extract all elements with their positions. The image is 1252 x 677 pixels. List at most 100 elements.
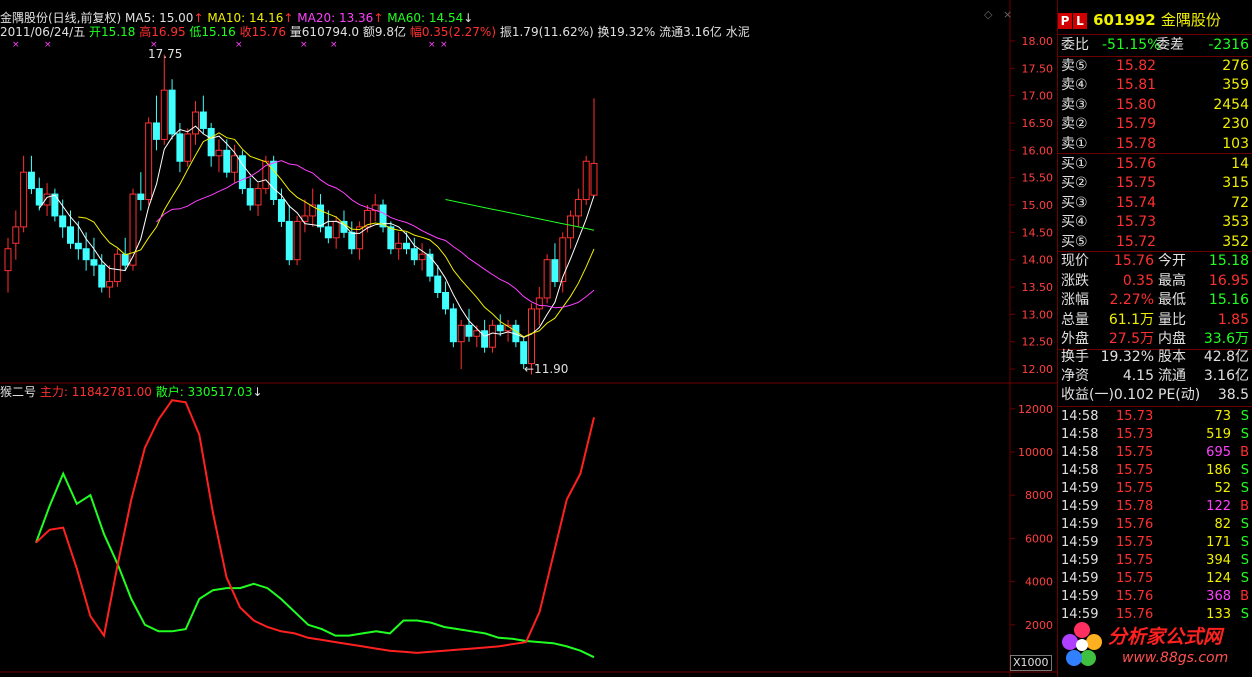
indicator-axis-label: 2000 [1025,619,1053,632]
candle-body [324,226,332,239]
ask-row[interactable]: 卖④ 15.81 359 [1058,76,1252,95]
indicator-axis-label: 4000 [1025,576,1053,589]
price-axis-label: 14.00 [1022,254,1054,267]
price-axis-label: 17.00 [1022,90,1054,103]
price-axis-label: 17.50 [1022,62,1054,75]
retail-line [35,471,595,659]
watermark-url: www.88gs.com [1122,650,1229,666]
price-axis-label: 16.50 [1022,117,1054,130]
candle-body [590,162,598,196]
candle-body [82,248,90,261]
ma10-up-arrow-icon: ↑ [283,11,294,25]
candle-body [527,308,535,365]
quote-panel: PL 601992 金隅股份 委比 -51.15% 委差 -2316 卖⑤ 15… [1057,0,1252,677]
bar-info-row: 2011/06/24/五 开15.18 高16.95 低15.16 收15.76… [0,25,750,39]
tick-row: 14:58 15.75 695 B [1061,445,1249,460]
flower-logo-icon [1062,622,1102,666]
l-badge-icon[interactable]: L [1073,13,1087,29]
watermark: 分析家公式网 www.88gs.com [1060,618,1250,674]
main-force-line [35,399,595,654]
diamond-icon[interactable]: ◇ [984,9,994,20]
price-axis-label: 18.00 [1022,35,1054,48]
ma60-value: MA60: 14.54 [387,11,464,25]
candle-body [285,220,293,261]
candle-body [160,89,168,140]
candle-body [223,149,231,173]
ma20-up-arrow-icon: ↑ [373,11,384,25]
ma60-line [445,199,595,231]
p-badge-icon[interactable]: P [1058,13,1072,29]
candle-body [113,253,121,283]
bid-row[interactable]: 买④ 15.73 353 [1058,213,1252,232]
candle-body [168,89,176,135]
candle-body [582,160,590,201]
indicator-legend-row: 猴二号 主力: 11842781.00 散户: 330517.03↓ [0,385,263,399]
candle-body [207,127,215,157]
signal-marker-icon: × [235,40,243,50]
bid-row[interactable]: 买② 15.75 315 [1058,174,1252,193]
stat-row: 现价 15.76 今开 15.18 [1061,253,1249,269]
candle-body [192,111,200,135]
ma20-value: MA20: 13.36 [297,11,374,25]
fund-row: 净资 4.15 流通 3.16亿 [1061,368,1249,385]
candle-body [145,122,153,201]
candle-body [129,193,137,266]
candle-body [387,226,395,250]
candle-body [277,199,285,222]
webi-row: 委比 -51.15% 委差 -2316 [1061,37,1249,53]
candle-body [574,199,582,217]
candle-body [481,330,489,348]
tick-row: 14:58 15.73 73 S [1061,409,1249,424]
candle-body [98,264,106,288]
signal-marker-icon: × [300,40,308,50]
candle-body [426,253,434,277]
ma5-value: MA5: 15.00 [125,11,194,25]
candle-body [231,155,239,173]
bid-row[interactable]: 买⑤ 15.72 352 [1058,233,1252,252]
price-axis-label: 13.50 [1022,281,1054,294]
indicator-down-arrow-icon: ↓ [252,385,263,399]
ma5-line [38,125,595,338]
ask-row[interactable]: 卖⑤ 15.82 276 [1058,57,1252,76]
candle-body [215,149,223,157]
ask-row[interactable]: 卖② 15.79 230 [1058,115,1252,134]
tick-row: 14:59 15.75 394 S [1061,553,1249,568]
candle-body [348,231,356,250]
candle-body [184,133,192,162]
bar-high: 高16.95 [139,25,186,39]
candle-body [543,259,551,299]
quote-title: PL 601992 金隅股份 [1058,9,1252,33]
indicator-name: 猴二号 [0,385,37,399]
candle-body [67,226,75,244]
bar-close: 收15.76 [239,25,286,39]
indicator-axis-label: 6000 [1025,532,1053,545]
candle-body [270,160,278,201]
candle-body [465,324,473,337]
candle-body [254,188,262,206]
ma20-line [156,160,595,309]
bid-row[interactable]: 买③ 15.74 72 [1058,194,1252,213]
indicator-axis-label: 12000 [1018,403,1053,416]
ask-row[interactable]: 卖③ 15.80 2454 [1058,96,1252,115]
tick-row: 14:58 15.75 186 S [1061,463,1249,478]
bar-amplitude: 振1.79(11.62%) [499,25,594,39]
kline-chart-svg[interactable]: 18.00 17.50 17.00 16.50 16.00 15.50 15.00 14.50… [0,0,1057,677]
indicator-unit-badge: X1000 [1010,655,1052,671]
candle-body [4,248,12,272]
indicator-axis-label: 10000 [1018,446,1053,459]
bar-volume: 量610794.0 [289,25,360,39]
bid-row[interactable]: 买① 15.76 14 [1058,155,1252,174]
tick-row: 14:59 15.75 52 S [1061,481,1249,496]
candle-body [20,171,28,228]
close-icon[interactable]: × [1003,9,1013,20]
fund-row: 换手 19.32% 股本 42.8亿 [1061,349,1249,365]
candle-body [152,122,160,140]
candle-body [27,171,35,190]
bar-float: 流通3.16亿 [659,25,722,39]
bar-low: 低15.16 [189,25,236,39]
kline-chart-area[interactable]: 18.00 17.50 17.00 16.50 16.00 15.50 15.00 14.50… [0,0,1057,677]
candle-body [246,188,254,206]
ask-row[interactable]: 卖① 15.78 103 [1058,135,1252,154]
stat-row: 涨幅 2.27% 最低 15.16 [1061,292,1249,309]
tick-row: 14:59 15.76 368 B [1061,589,1249,604]
